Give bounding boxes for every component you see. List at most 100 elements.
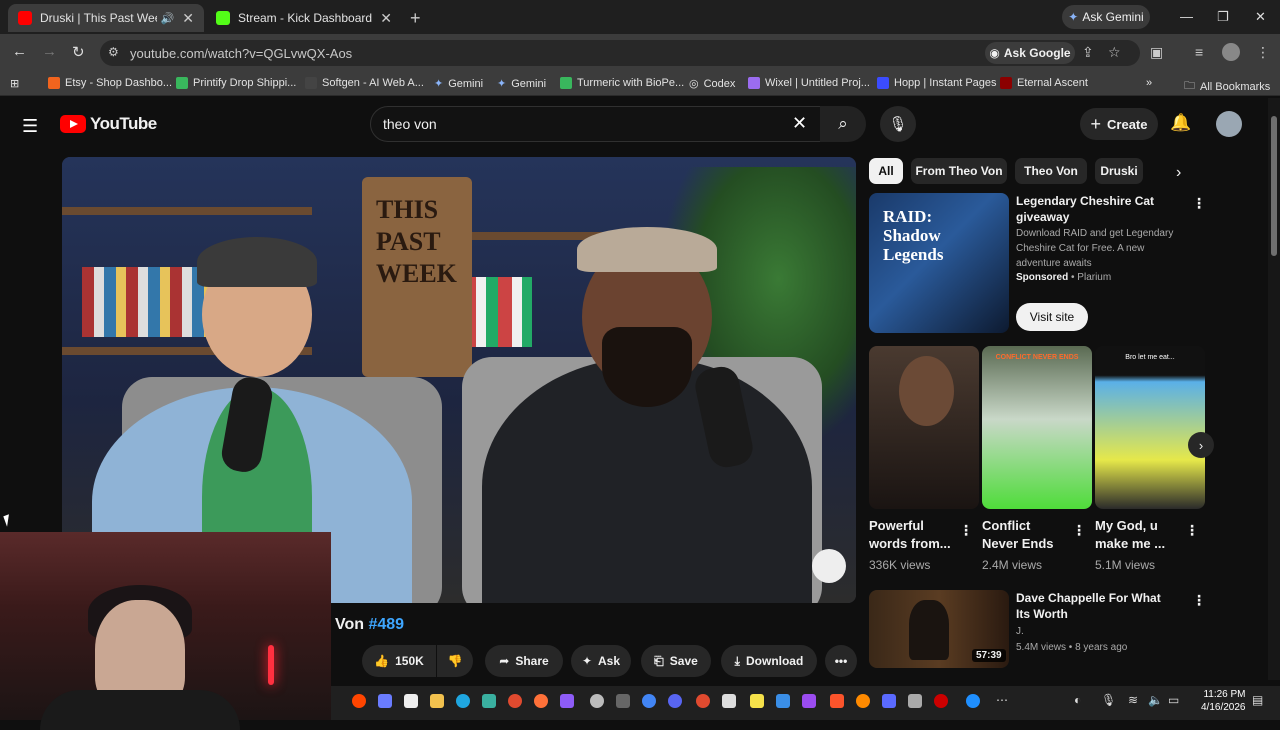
sticky-notes-icon[interactable] — [750, 694, 764, 708]
bookmark-softgen[interactable]: Softgen - AI Web A... — [305, 77, 424, 89]
app-taskbar-icon[interactable] — [802, 694, 816, 708]
scrollbar-thumb[interactable] — [1271, 116, 1277, 256]
side-panel-icon[interactable]: ▣ — [1150, 44, 1163, 61]
wifi-icon[interactable]: ≋ — [1128, 693, 1138, 707]
ad-title[interactable]: Legendary Cheshire Cat giveaway — [1016, 193, 1176, 225]
recommended-menu-icon[interactable]: ⋮ — [1192, 592, 1206, 609]
more-actions-button[interactable]: ••• — [825, 645, 857, 677]
chip-from-theo-von[interactable]: From Theo Von — [911, 158, 1007, 184]
app-taskbar-icon[interactable] — [616, 694, 630, 708]
short-menu-icon[interactable]: ⋮ — [1072, 522, 1086, 539]
page-scrollbar[interactable] — [1268, 98, 1280, 680]
app-taskbar-icon[interactable] — [560, 694, 574, 708]
minimize-button[interactable]: — — [1180, 9, 1193, 24]
tab-youtube[interactable]: Druski | This Past Weekend 🔊 ✕ — [8, 4, 204, 32]
recommended-channel[interactable]: J. — [1016, 626, 1024, 637]
short-title[interactable]: Powerful words from... — [869, 517, 954, 553]
all-bookmarks-button[interactable]: 🗀 All Bookmarks — [1184, 77, 1270, 96]
bookmark-codex[interactable]: ◎ Codex — [689, 77, 735, 91]
short-title[interactable]: My God, u make me ... — [1095, 517, 1180, 553]
speaker-icon[interactable]: 🔊 — [161, 12, 175, 25]
discord-icon[interactable] — [668, 694, 682, 708]
app-taskbar-icon[interactable] — [934, 694, 948, 708]
apps-grid-icon[interactable]: ⊞ — [10, 77, 19, 90]
browser-menu-icon[interactable]: ⋮ — [1256, 44, 1270, 61]
volume-icon[interactable]: 🔈 — [1148, 693, 1163, 707]
voice-search-button[interactable]: 🎙 — [880, 106, 916, 142]
app-taskbar-icon[interactable] — [776, 694, 790, 708]
chips-next-chevron-icon[interactable]: › — [1176, 164, 1181, 182]
reading-list-icon[interactable]: ≡ — [1195, 44, 1203, 60]
brave-icon[interactable] — [830, 694, 844, 708]
chrome-active-icon[interactable] — [696, 694, 710, 708]
back-button[interactable]: ← — [12, 43, 27, 60]
bookmark-printify[interactable]: Printify Drop Shippi... — [176, 77, 296, 89]
profile-avatar-icon[interactable] — [1222, 43, 1240, 61]
app-taskbar-icon[interactable] — [722, 694, 736, 708]
forward-button[interactable]: → — [42, 43, 57, 60]
notification-center-icon[interactable]: ▤ — [1252, 693, 1263, 707]
close-window-button[interactable]: ✕ — [1255, 9, 1266, 25]
file-explorer-icon[interactable] — [430, 694, 444, 708]
app-taskbar-icon[interactable] — [882, 694, 896, 708]
create-button[interactable]: + Create — [1080, 108, 1158, 140]
close-tab-icon[interactable]: ✕ — [380, 10, 392, 27]
new-tab-button[interactable]: + — [410, 8, 421, 29]
more-bookmarks-button[interactable]: » — [1146, 77, 1152, 89]
dislike-button[interactable]: 👎 — [437, 645, 473, 677]
app-taskbar-icon[interactable] — [482, 694, 496, 708]
search-input[interactable]: theo von — [370, 106, 822, 142]
short-menu-icon[interactable]: ⋮ — [1185, 522, 1199, 539]
account-avatar[interactable] — [1216, 111, 1242, 137]
app-taskbar-icon[interactable] — [590, 694, 604, 708]
short-thumbnail[interactable]: CONFLICT NEVER ENDS — [982, 346, 1092, 509]
short-title[interactable]: Conflict Never Ends — [982, 517, 1067, 553]
install-app-icon[interactable]: ⇪ — [1082, 44, 1094, 61]
youtube-logo[interactable]: YouTube — [60, 114, 157, 134]
bookmark-gemini-2[interactable]: ✦ Gemini — [497, 77, 546, 91]
firefox-icon[interactable] — [534, 694, 548, 708]
short-thumbnail[interactable] — [869, 346, 979, 509]
video-hashtag-link[interactable]: #489 — [368, 616, 404, 633]
short-thumbnail[interactable]: Bro let me eat... — [1095, 346, 1205, 509]
bookmark-star-icon[interactable]: ☆ — [1108, 44, 1121, 61]
chrome-icon[interactable] — [508, 694, 522, 708]
edge-icon[interactable] — [456, 694, 470, 708]
ask-google-button[interactable]: ◉ Ask Google — [985, 42, 1075, 64]
battery-icon[interactable]: ▭ — [1168, 693, 1179, 707]
bookmark-wixel[interactable]: Wixel | Untitled Proj... — [748, 77, 870, 89]
site-info-icon[interactable]: ⚙ — [108, 45, 119, 59]
app-taskbar-icon[interactable] — [856, 694, 870, 708]
bookmark-eternal-ascent[interactable]: Eternal Ascent — [1000, 77, 1088, 89]
search-button[interactable]: ⌕ — [820, 106, 866, 142]
app-taskbar-icon[interactable] — [378, 694, 392, 708]
download-button[interactable]: ⤓ Download — [721, 645, 817, 677]
recommended-title[interactable]: Dave Chappelle For What Its Worth — [1016, 590, 1176, 622]
ad-thumbnail[interactable]: RAID: Shadow Legends — [869, 193, 1009, 333]
app-taskbar-icon[interactable] — [908, 694, 922, 708]
like-button[interactable]: 👍 150K — [362, 645, 436, 677]
google-icon[interactable] — [642, 694, 656, 708]
ask-button[interactable]: ✦ Ask — [571, 645, 631, 677]
bookmark-gemini-1[interactable]: ✦ Gemini — [434, 77, 483, 91]
url-field[interactable]: youtube.com/watch?v=QGLvwQX-Aos — [100, 40, 1140, 66]
reload-button[interactable]: ↻ — [72, 43, 85, 61]
bookmark-etsy[interactable]: Etsy - Shop Dashbo... — [48, 77, 172, 89]
app-taskbar-icon[interactable] — [404, 694, 418, 708]
guide-menu-icon[interactable]: ☰ — [22, 116, 38, 137]
share-button[interactable]: ➦ Share — [485, 645, 563, 677]
tray-app-icon[interactable]: ◐ — [1074, 693, 1081, 707]
microphone-tray-icon[interactable]: 🎙 — [1101, 693, 1116, 707]
bookmark-hopp[interactable]: Hopp | Instant Pages — [877, 77, 997, 89]
bookmark-turmeric[interactable]: Turmeric with BioPe... — [560, 77, 684, 89]
ask-gemini-button[interactable]: ✦ Ask Gemini — [1062, 5, 1150, 29]
short-menu-icon[interactable]: ⋮ — [959, 522, 973, 539]
chip-all[interactable]: All — [869, 158, 903, 184]
notifications-bell-icon[interactable]: 🔔 — [1170, 113, 1191, 133]
channel-watermark-icon[interactable] — [812, 549, 846, 583]
clear-search-icon[interactable]: ✕ — [792, 113, 807, 134]
reddit-taskbar-icon[interactable] — [352, 694, 366, 708]
tab-kick[interactable]: Stream - Kick Dashboard ✕ — [206, 4, 402, 32]
chip-theo-von[interactable]: Theo Von — [1015, 158, 1087, 184]
more-apps-icon[interactable]: ⋯ — [996, 693, 1008, 707]
